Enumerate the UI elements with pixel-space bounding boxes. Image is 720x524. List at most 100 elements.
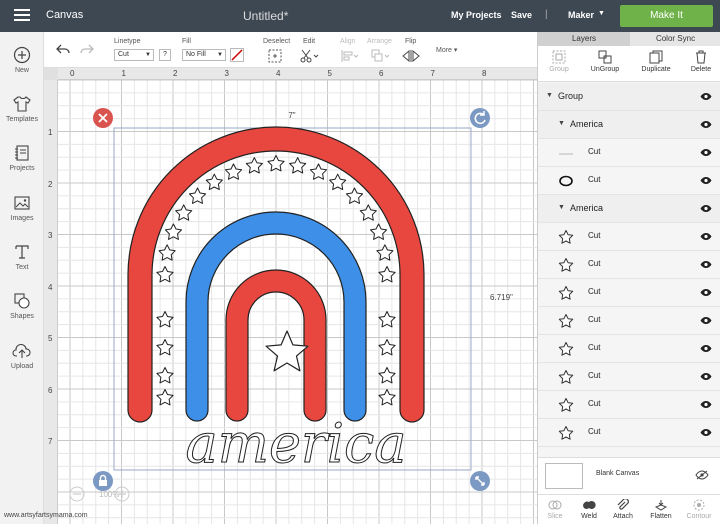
shapes-tool[interactable]: Shapes (0, 292, 44, 320)
small-star[interactable] (289, 157, 307, 174)
small-star[interactable] (156, 339, 174, 356)
flip-icon[interactable] (401, 49, 423, 63)
eye-icon[interactable] (700, 260, 712, 269)
layer-item[interactable]: Cut (538, 363, 720, 391)
center-star[interactable] (265, 330, 309, 372)
delete-button[interactable]: Delete (688, 50, 714, 73)
delete-handle[interactable] (93, 108, 113, 128)
templates-tool[interactable]: Templates (0, 95, 44, 123)
images-tool[interactable]: Images (0, 194, 44, 222)
contour-button[interactable]: Contour (684, 499, 714, 520)
small-star[interactable] (378, 367, 396, 384)
chevron-down-icon[interactable]: ▼ (598, 10, 605, 17)
rotate-handle[interactable] (470, 108, 490, 128)
save-button[interactable]: Save (511, 10, 532, 20)
caret-down-icon[interactable]: ▼ (546, 92, 553, 99)
eye-icon[interactable] (700, 372, 712, 381)
eye-icon[interactable] (700, 400, 712, 409)
design-canvas[interactable]: america 7" 6.719" 100% (58, 80, 537, 524)
my-projects-link[interactable]: My Projects (451, 10, 502, 20)
deselect-icon[interactable] (268, 49, 282, 63)
eye-icon[interactable] (700, 232, 712, 241)
arrange-icon[interactable] (371, 49, 391, 63)
align-icon[interactable] (340, 49, 360, 63)
menu-icon[interactable] (14, 9, 30, 21)
canvas-swatch[interactable] (545, 463, 583, 489)
lock-handle[interactable] (93, 471, 113, 491)
ungroup-button[interactable]: UnGroup (588, 50, 622, 73)
layer-item[interactable]: Cut (538, 391, 720, 419)
eye-icon[interactable] (700, 288, 712, 297)
small-star[interactable] (164, 223, 182, 240)
new-tool[interactable]: New (0, 46, 44, 74)
undo-icon[interactable] (56, 43, 70, 55)
small-star[interactable] (188, 187, 207, 204)
layer-group[interactable]: ▼ America (538, 111, 720, 139)
layer-item[interactable]: Cut (538, 279, 720, 307)
caret-down-icon[interactable]: ▼ (558, 120, 565, 127)
eye-icon[interactable] (700, 204, 712, 213)
small-star[interactable] (378, 266, 396, 283)
small-star[interactable] (378, 311, 396, 328)
machine-select[interactable]: Maker (568, 10, 594, 20)
eye-icon[interactable] (700, 344, 712, 353)
scissors-icon[interactable] (300, 49, 320, 63)
small-star[interactable] (156, 389, 174, 406)
layer-item[interactable]: Cut (538, 167, 720, 195)
layer-group[interactable]: ▼ Group (538, 83, 720, 111)
small-star[interactable] (156, 311, 174, 328)
layer-group[interactable]: ▼ America (538, 195, 720, 223)
more-menu[interactable]: More ▾ (436, 46, 457, 54)
caret-down-icon[interactable]: ▼ (558, 204, 565, 211)
projects-tool[interactable]: Projects (0, 144, 44, 172)
eye-icon[interactable] (700, 316, 712, 325)
group-button[interactable]: Group (546, 50, 572, 73)
attach-button[interactable]: Attach (608, 498, 638, 520)
eye-icon[interactable] (700, 120, 712, 129)
layer-item[interactable]: Cut (538, 251, 720, 279)
layer-item[interactable]: Cut (538, 139, 720, 167)
linetype-help-button[interactable]: ? (159, 49, 171, 61)
small-star[interactable] (224, 163, 243, 180)
small-star[interactable] (359, 204, 377, 221)
redo-icon[interactable] (80, 43, 94, 55)
linetype-select[interactable]: Cut ▼ (114, 49, 154, 61)
small-star[interactable] (376, 244, 394, 261)
make-it-button[interactable]: Make It (620, 5, 713, 27)
document-title[interactable]: Untitled* (243, 9, 288, 23)
tab-color-sync[interactable]: Color Sync (630, 32, 720, 46)
small-star[interactable] (345, 187, 364, 204)
eye-slash-icon[interactable] (695, 470, 709, 480)
fill-color-swatch[interactable] (230, 48, 244, 62)
flatten-button[interactable]: Flatten (646, 499, 676, 520)
layer-item[interactable]: Cut (538, 223, 720, 251)
resize-handle[interactable] (470, 471, 490, 491)
small-star[interactable] (309, 163, 328, 180)
layer-item[interactable]: Cut (538, 307, 720, 335)
layer-item[interactable]: Cut (538, 419, 720, 447)
small-star[interactable] (175, 204, 193, 221)
small-star[interactable] (329, 173, 347, 191)
small-star[interactable] (156, 266, 174, 283)
small-star[interactable] (378, 339, 396, 356)
small-star[interactable] (158, 244, 176, 261)
eye-icon[interactable] (700, 148, 712, 157)
slice-button[interactable]: Slice (540, 499, 570, 520)
weld-button[interactable]: Weld (574, 499, 604, 520)
eye-icon[interactable] (700, 428, 712, 437)
small-star[interactable] (267, 155, 285, 172)
blank-canvas-row[interactable]: Blank Canvas (538, 457, 720, 494)
tab-layers[interactable]: Layers (538, 32, 630, 46)
small-star[interactable] (245, 157, 263, 174)
eye-icon[interactable] (700, 176, 712, 185)
fill-select[interactable]: No Fill ▼ (182, 49, 226, 61)
text-tool[interactable]: Text (0, 243, 44, 271)
blue-arch[interactable] (185, 211, 367, 422)
duplicate-button[interactable]: Duplicate (638, 50, 674, 73)
upload-tool[interactable]: Upload (0, 342, 44, 370)
layer-item[interactable]: Cut (538, 335, 720, 363)
small-star[interactable] (370, 223, 388, 240)
eye-icon[interactable] (700, 92, 712, 101)
small-star[interactable] (378, 389, 396, 406)
america-word[interactable]: america (185, 412, 407, 476)
